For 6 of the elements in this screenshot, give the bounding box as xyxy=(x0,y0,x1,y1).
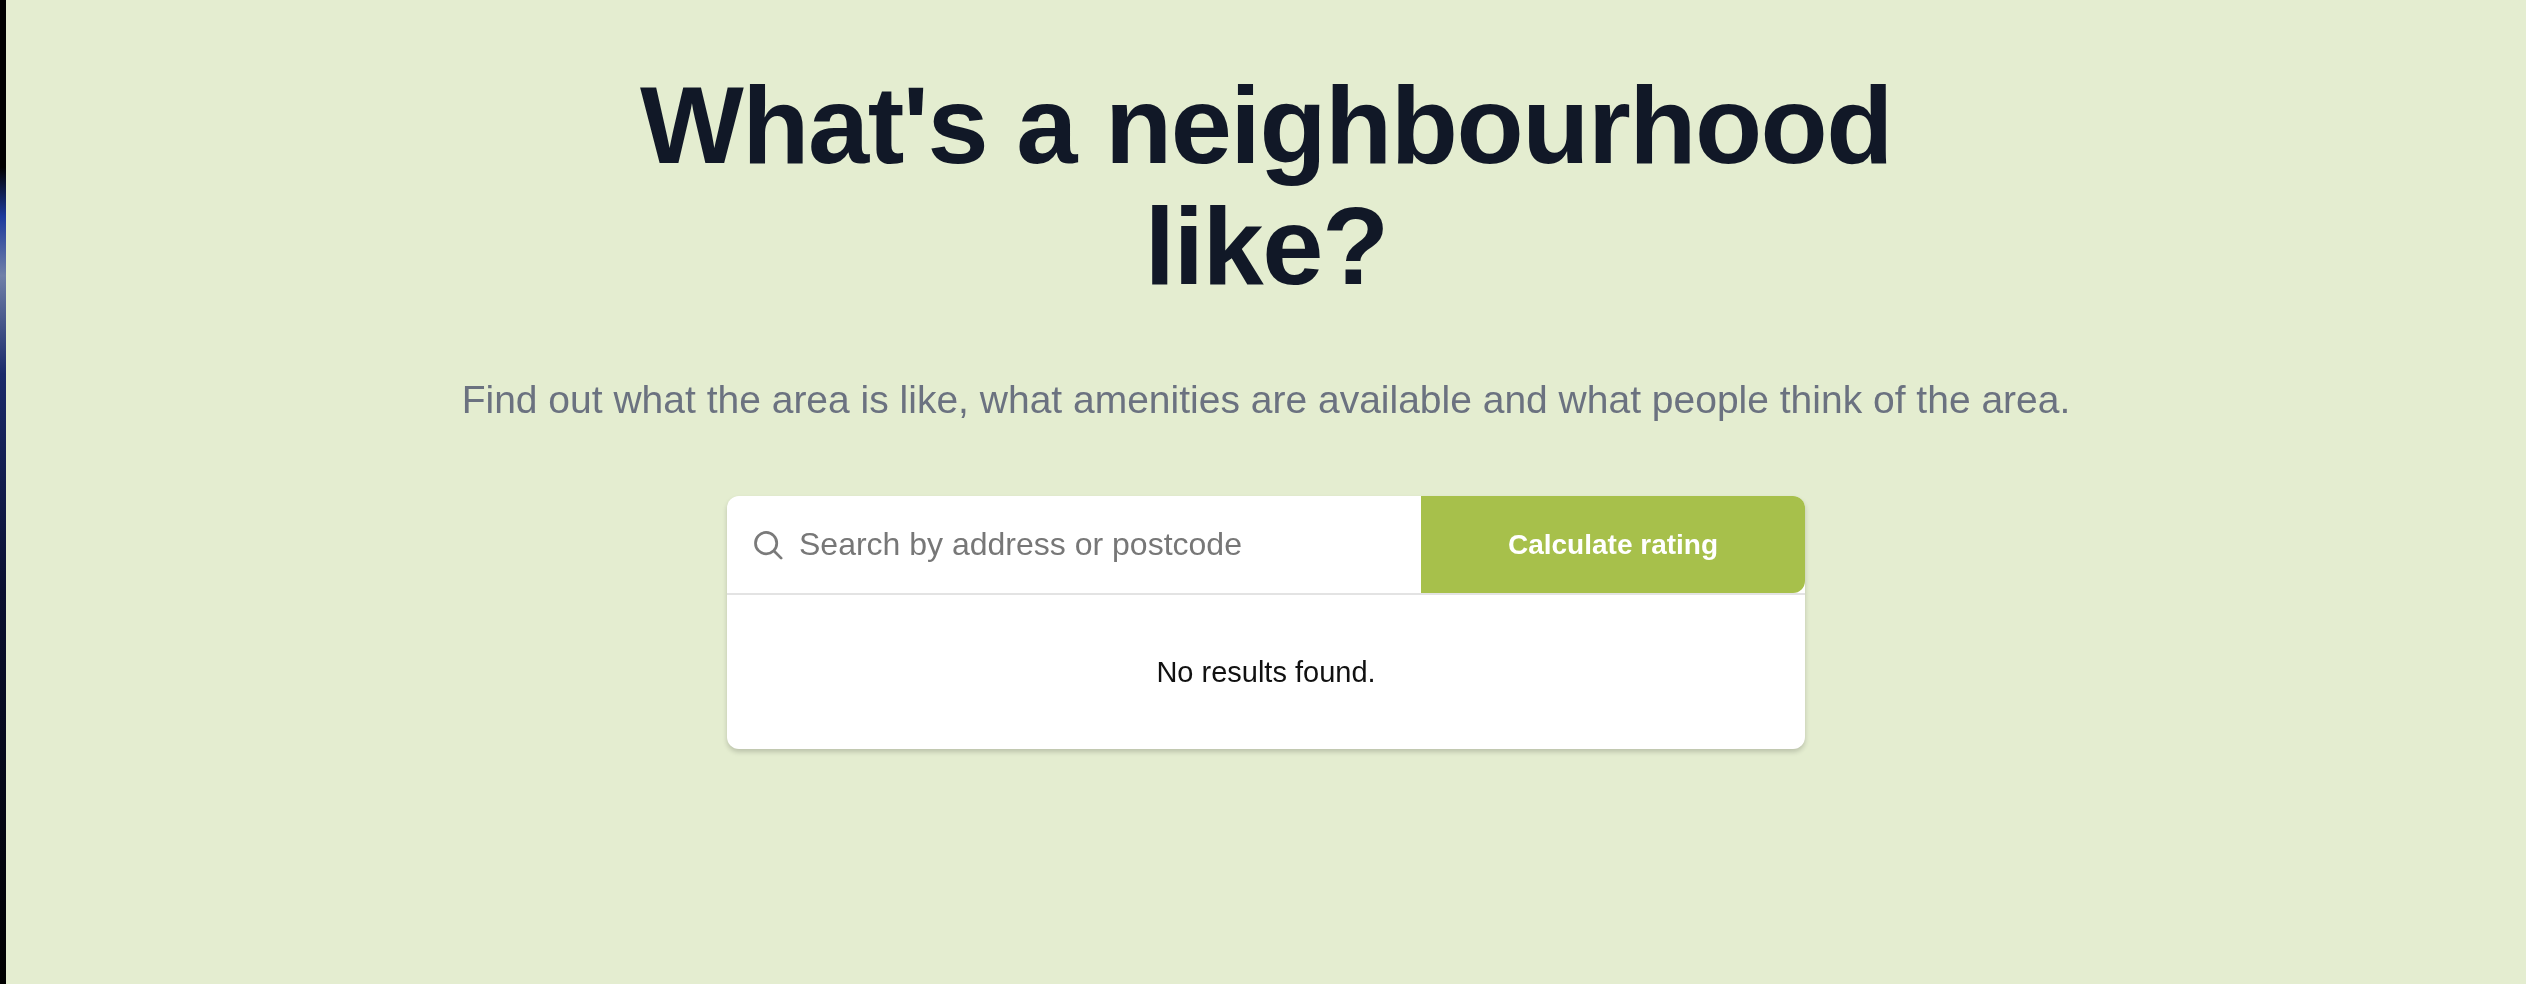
page-subheading: Find out what the area is like, what amenities are available and what people think of the area. xyxy=(461,377,2071,423)
search-icon xyxy=(753,529,783,560)
calculate-rating-button[interactable]: Calculate rating xyxy=(1421,496,1805,593)
no-results-message: No results found. xyxy=(1156,655,1376,689)
search-field[interactable]: Search by address or postcode xyxy=(799,496,1421,593)
page-heading: What's a neighbourhood like? xyxy=(639,64,1893,306)
